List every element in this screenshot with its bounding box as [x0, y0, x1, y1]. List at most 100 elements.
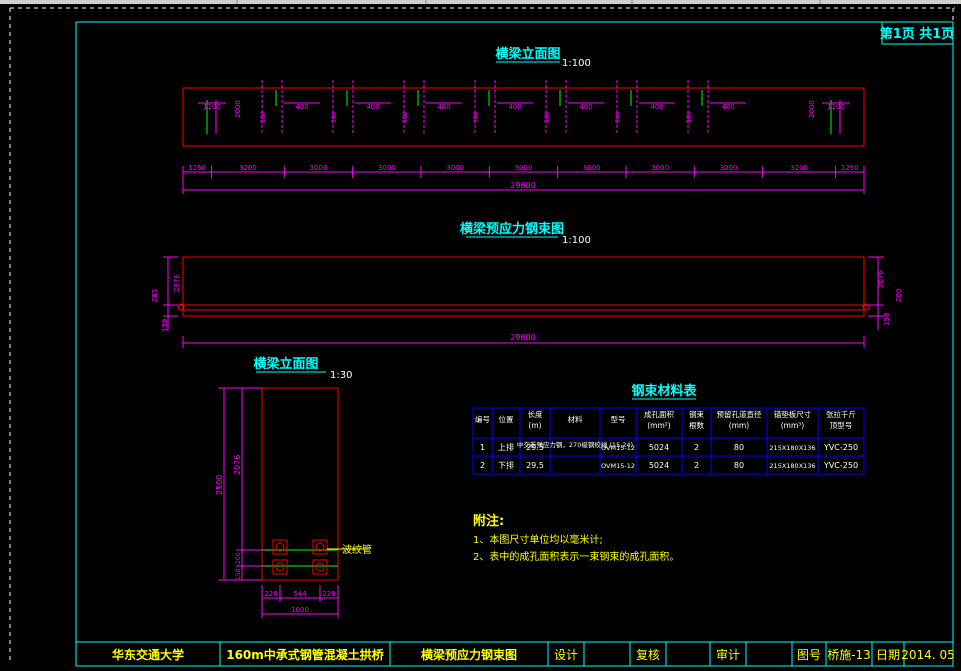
tb-design: 设计: [554, 648, 578, 662]
elevation-bottom-dim: 3000: [583, 164, 601, 172]
elevation-bottom-dim: 1250: [841, 164, 859, 172]
elevation-top-dim: 1100: [827, 103, 845, 111]
elevation-top-dim: 1100: [203, 103, 221, 111]
elevation-bottom-dim: 3200: [239, 164, 257, 172]
materials-title: 钢束材料表: [631, 383, 697, 399]
section-height-low: 158: [235, 568, 242, 580]
table-cell: 2: [694, 443, 699, 452]
title-block: 华东交通大学 160m中承式钢管混凝土拱桥 横梁预应力钢束图 设计 复核 审计 …: [75, 641, 955, 667]
section-title: 横梁立面图: [253, 356, 318, 372]
notes-block: 附注: 1、本图尺寸单位均以毫米计; 2、表中的成孔面积表示一束钢束的成孔面积。: [473, 513, 679, 563]
elevation-top-dim: 400: [366, 103, 379, 111]
elevation-top-dim: 2000: [808, 100, 816, 118]
table-cell: 29.5: [526, 461, 544, 470]
elevation-top-dim: 500: [473, 111, 480, 123]
tb-drawing-no: 桥施-13: [827, 648, 871, 662]
table-header-cell: 材料: [568, 414, 583, 424]
elevation-top-dim: 500: [686, 111, 693, 123]
table-header-cell: (mm³): [781, 421, 805, 430]
elevation-bottom-dim: 3000: [310, 164, 328, 172]
table-header-cell: 顶型号: [830, 421, 853, 430]
section-width-mid: 544: [293, 590, 307, 598]
table-header-cell: (mm²): [647, 421, 671, 430]
tendon-overall-dim: 29600: [510, 333, 535, 342]
table-cell: 1: [480, 443, 485, 452]
toolbar-strip: [0, 0, 961, 4]
section-height-total: 2500: [215, 475, 224, 495]
tendon-left-dim-2: 285: [151, 289, 159, 302]
beam-elevation-outline: [182, 87, 865, 147]
elevation-bottom-dim: 3000: [515, 164, 533, 172]
elevation-bottom-dim: 3000: [378, 164, 396, 172]
section-height-mid: 200: [235, 552, 242, 564]
tendon-right-dim-3: 158: [883, 313, 891, 326]
elevation-top-dim: 500: [544, 111, 551, 123]
table-cell: OVM15-12: [601, 444, 635, 452]
table-cell: 2: [480, 461, 485, 470]
elevation-bottom-dim: 3000: [720, 164, 738, 172]
section-scale: 1:30: [330, 370, 352, 381]
elevation-top-dim: 500: [260, 111, 267, 123]
tendon-right-dim-2: 200: [895, 289, 903, 302]
table-cell: OVM15-12: [601, 462, 635, 470]
page-label: 第1页 共1页: [880, 26, 955, 42]
table-cell: 2: [694, 461, 699, 470]
tendon-view: 横梁预应力钢束图 1:100 2076 285 158 2076 200 158…: [151, 221, 903, 348]
table-header-cell: 根数: [689, 420, 704, 430]
table-cell: 80: [734, 461, 744, 470]
elevation-scale: 1:100: [562, 58, 591, 69]
tb-drawing-no-label: 图号: [797, 648, 821, 662]
tendon-left-dim-1: 2076: [173, 274, 181, 292]
elevation-top-dim: 500: [615, 111, 622, 123]
elevation-top-dim: 400: [508, 103, 521, 111]
duct-top-left: [272, 539, 288, 555]
tendon-title: 横梁预应力钢束图: [460, 221, 564, 237]
table-cell: 5024: [649, 443, 669, 452]
cad-drawing-canvas[interactable]: 第1页 共1页 横梁立面图 1:100 1100 2000 1100 2000 400 5…: [0, 0, 961, 671]
note-line-2: 2、表中的成孔面积表示一束钢束的成孔面积。: [473, 550, 679, 563]
duct-bottom-left: [272, 559, 288, 575]
tb-review: 复核: [636, 648, 660, 662]
duct-callout: 波纹管: [342, 543, 372, 556]
table-cell: 5024: [649, 461, 669, 470]
sheet-frame: [75, 21, 954, 667]
tendon-left-dim-3: 158: [161, 319, 169, 332]
table-header-cell: 长度: [528, 409, 543, 419]
table-cell: 下排: [498, 460, 514, 470]
tb-school: 华东交通大学: [112, 647, 184, 662]
tendon-scale: 1:100: [562, 235, 591, 246]
elevation-bottom-dim: 3200: [790, 164, 808, 172]
section-view: 横梁立面图 1:30 波纹管 2500 2076 200 158 228 544…: [215, 356, 372, 618]
table-header-cell: (mm): [729, 421, 750, 430]
table-header-cell: 型号: [611, 415, 626, 424]
table-header-cell: 锚垫板尺寸: [774, 409, 812, 419]
table-header-cell: 成孔面积: [644, 409, 674, 419]
elevation-title: 横梁立面图: [495, 46, 560, 62]
tb-date-label: 日期: [876, 648, 900, 662]
table-header-cell: 位置: [499, 414, 514, 424]
note-line-1: 1、本图尺寸单位均以毫米计;: [473, 533, 603, 546]
table-header-cell: (m): [528, 421, 541, 430]
beam-tendon-outline: [182, 256, 865, 317]
tb-drawing: 横梁预应力钢束图: [421, 647, 517, 662]
elevation-top-dim: 400: [437, 103, 450, 111]
table-cell: YVC-250: [823, 443, 858, 452]
section-width-left: 228: [264, 590, 277, 598]
table-header-cell: 预留孔道直径: [717, 409, 762, 419]
section-height-upper: 2076: [233, 455, 242, 475]
elevation-bottom-dim: 3000: [446, 164, 464, 172]
table-cell: 80: [734, 443, 744, 452]
elevation-view: 横梁立面图 1:100 1100 2000 1100 2000 400 500 400 500…: [182, 46, 865, 194]
table-header-cell: 钢束: [689, 409, 704, 419]
elevation-top-dim: 2000: [234, 100, 242, 118]
elevation-top-dim: 400: [295, 103, 308, 111]
elevation-top-dim: 400: [721, 103, 734, 111]
duct-top-right: [312, 539, 328, 555]
elevation-top-dim: 500: [402, 111, 409, 123]
elevation-top-dim: 400: [650, 103, 663, 111]
materials-table: 钢束材料表 编号 位置 长度 (m) 材料 型号 成孔面积 (mm²) 钢束根数 预留孔道直径 (m…: [472, 383, 865, 475]
notes-heading: 附注:: [473, 513, 504, 529]
table-header-cell: 编号: [475, 414, 490, 424]
elevation-top-dim: 500: [331, 111, 338, 123]
section-width-right: 228: [322, 590, 335, 598]
